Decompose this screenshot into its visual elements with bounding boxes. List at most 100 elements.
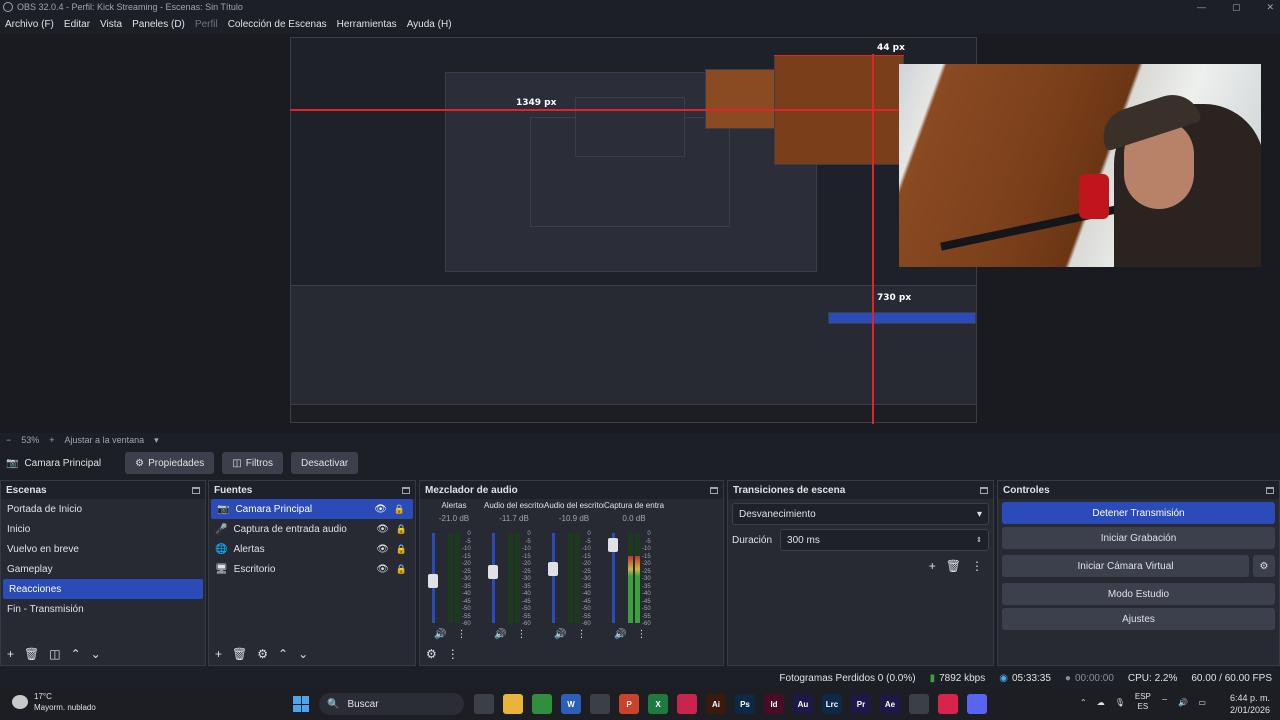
lock-icon[interactable]: 🔒	[396, 544, 407, 555]
duration-input[interactable]: 300 ms ⇕	[780, 529, 989, 551]
more-icon[interactable]: ⋮	[971, 559, 983, 573]
undock-icon[interactable]	[1266, 486, 1274, 494]
taskbar-app-icon[interactable]	[938, 694, 958, 714]
eye-icon[interactable]: 👁	[374, 504, 387, 515]
taskbar-app-icon[interactable]	[967, 694, 987, 714]
taskbar-app-icon[interactable]: W	[561, 694, 581, 714]
mic-tray-icon[interactable]: 🎙	[1115, 698, 1125, 707]
volume-icon[interactable]: 🔊	[494, 629, 506, 640]
lock-icon[interactable]: 🔒	[394, 504, 405, 515]
windows-start-icon[interactable]	[293, 696, 309, 712]
volume-fader-handle[interactable]	[608, 537, 618, 552]
studio-mode-button[interactable]: Modo Estudio	[1002, 583, 1275, 605]
filters-button[interactable]: ◫ Filtros	[222, 452, 283, 474]
scene-item[interactable]: Inicio	[1, 519, 205, 539]
undock-icon[interactable]	[980, 486, 988, 494]
more-icon[interactable]: ⋮	[516, 629, 526, 640]
maximize-button[interactable]: ▢	[1232, 2, 1241, 13]
lock-icon[interactable]: 🔒	[396, 524, 407, 535]
close-button[interactable]: ✕	[1266, 2, 1274, 13]
scene-item[interactable]: Vuelvo en breve	[1, 539, 205, 559]
start-recording-button[interactable]: Iniciar Grabación	[1002, 527, 1275, 549]
source-item-selected[interactable]: 📷 Camara Principal 👁 🔒	[211, 499, 413, 519]
chevron-up-icon[interactable]: ⌃	[278, 647, 288, 661]
scene-item[interactable]: Portada de Inicio	[1, 499, 205, 519]
taskbar-app-icon[interactable]: Id	[764, 694, 784, 714]
weather-widget[interactable]: 17°C Mayorm. nublado	[12, 691, 96, 713]
taskbar-app-icon[interactable]	[503, 694, 523, 714]
filter-icon[interactable]: ◫	[49, 647, 60, 661]
volume-fader[interactable]	[552, 533, 555, 623]
menu-vista[interactable]: Vista	[100, 19, 122, 30]
mixer-settings-icon[interactable]: ⚙	[426, 647, 437, 661]
menu-editar[interactable]: Editar	[64, 19, 90, 30]
taskbar-app-icon[interactable]: Ai	[706, 694, 726, 714]
scene-item[interactable]: Gameplay	[1, 559, 205, 579]
clock[interactable]: 6:44 p. m. 2/01/2026	[1230, 692, 1270, 716]
start-virtual-cam-button[interactable]: Iniciar Cámara Virtual	[1002, 555, 1249, 577]
battery-icon[interactable]: ▭	[1198, 698, 1206, 707]
source-item[interactable]: 🎤 Captura de entrada audio 👁 🔒	[209, 519, 415, 539]
preview-area[interactable]: 1349 px 44 px 730 px	[0, 34, 1280, 433]
chevron-down-icon[interactable]: ⌄	[91, 647, 101, 661]
zoom-fit-label[interactable]: Ajustar a la ventana	[65, 435, 145, 445]
taskbar-app-icon[interactable]: P	[619, 694, 639, 714]
minimize-button[interactable]: —	[1197, 2, 1206, 12]
more-icon[interactable]: ⋮	[576, 629, 586, 640]
add-icon[interactable]: +	[929, 559, 936, 573]
taskbar-app-icon[interactable]: Ae	[880, 694, 900, 714]
trash-icon[interactable]: 🗑	[232, 647, 247, 661]
language-indicator[interactable]: ESP ES	[1135, 692, 1151, 712]
settings-button[interactable]: Ajustes	[1002, 608, 1275, 630]
volume-icon[interactable]: 🔊	[554, 629, 566, 640]
taskbar-app-icon[interactable]: Pr	[851, 694, 871, 714]
more-icon[interactable]: ⋮	[447, 647, 459, 661]
gear-icon[interactable]: ⚙	[257, 647, 268, 661]
volume-fader-handle[interactable]	[548, 561, 558, 576]
chevron-down-icon[interactable]: ⌄	[298, 647, 308, 661]
taskbar-app-icon[interactable]: Ps	[735, 694, 755, 714]
eye-icon[interactable]: 👁	[376, 544, 389, 555]
more-icon[interactable]: ⋮	[636, 629, 646, 640]
taskbar-app-icon[interactable]	[474, 694, 494, 714]
properties-button[interactable]: ⚙ Propiedades	[125, 452, 215, 474]
add-icon[interactable]: +	[7, 647, 14, 661]
taskbar-app-icon[interactable]	[677, 694, 697, 714]
menu-ayuda[interactable]: Ayuda (H)	[407, 19, 452, 30]
undock-icon[interactable]	[402, 486, 410, 494]
lock-icon[interactable]: 🔒	[396, 564, 407, 575]
transition-select[interactable]: Desvanecimiento ▾	[732, 503, 989, 525]
virtual-cam-gear-icon[interactable]: ⚙	[1253, 555, 1275, 577]
eye-icon[interactable]: 👁	[376, 524, 389, 535]
volume-icon[interactable]: 🔊	[614, 629, 626, 640]
chevron-up-icon[interactable]: ⌃	[71, 647, 81, 661]
zoom-in-button[interactable]: +	[49, 435, 54, 445]
menu-paneles[interactable]: Paneles (D)	[132, 19, 185, 30]
wifi-icon[interactable]: ⌔	[1161, 697, 1169, 707]
deactivate-button[interactable]: Desactivar	[290, 452, 359, 474]
spinner-icon[interactable]: ⇕	[976, 536, 982, 544]
source-item[interactable]: 🌐 Alertas 👁 🔒	[209, 539, 415, 559]
camera-source[interactable]	[899, 64, 1261, 267]
eye-icon[interactable]: 👁	[376, 564, 389, 575]
chevron-up-icon[interactable]: ⌃	[1080, 698, 1087, 707]
undock-icon[interactable]	[710, 486, 718, 494]
stop-stream-button[interactable]: Detener Transmisión	[1002, 502, 1275, 524]
menu-herramientas[interactable]: Herramientas	[337, 19, 397, 30]
more-icon[interactable]: ⋮	[456, 629, 466, 640]
taskbar-app-icon[interactable]: Lrc	[822, 694, 842, 714]
volume-icon[interactable]: 🔊	[1178, 698, 1188, 707]
network-icon[interactable]: ☁	[1097, 698, 1105, 707]
taskbar-app-icon[interactable]	[909, 694, 929, 714]
taskbar-app-icon[interactable]	[532, 694, 552, 714]
undock-icon[interactable]	[192, 486, 200, 494]
scene-item-selected[interactable]: Reacciones	[3, 579, 203, 599]
taskbar-app-icon[interactable]: X	[648, 694, 668, 714]
zoom-dropdown-icon[interactable]: ▾	[154, 435, 159, 446]
trash-icon[interactable]: 🗑	[946, 559, 961, 573]
menu-archivo[interactable]: Archivo (F)	[5, 19, 54, 30]
add-icon[interactable]: +	[215, 647, 222, 661]
trash-icon[interactable]: 🗑	[24, 647, 39, 661]
scene-item[interactable]: Fin - Transmisión	[1, 599, 205, 619]
volume-fader-handle[interactable]	[428, 573, 438, 588]
